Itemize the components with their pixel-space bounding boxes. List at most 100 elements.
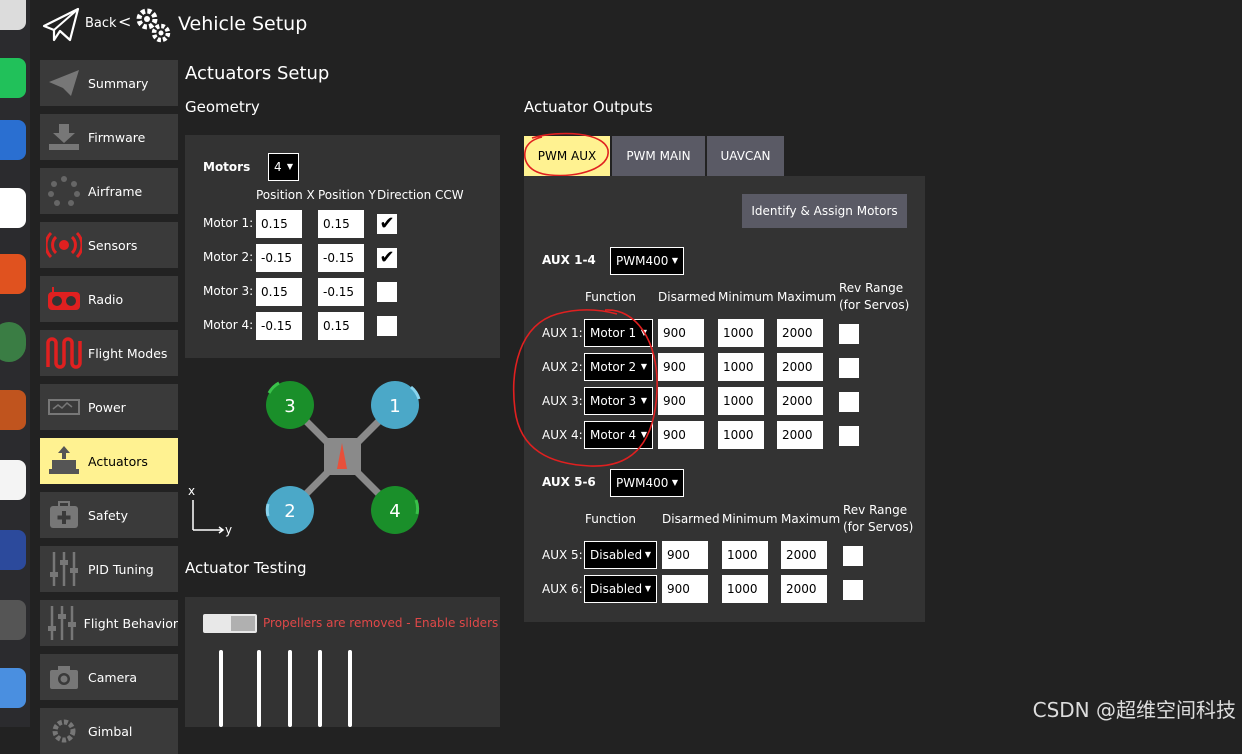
tab-pwm-main[interactable]: PWM MAIN bbox=[612, 136, 705, 176]
column-header: Maximum bbox=[781, 512, 841, 526]
position-x-field[interactable]: -0.15 bbox=[256, 312, 302, 340]
disarmed-field[interactable]: 900 bbox=[662, 541, 708, 569]
app-icon[interactable] bbox=[0, 58, 26, 98]
rev-range-checkbox[interactable] bbox=[839, 426, 859, 446]
maximum-field[interactable]: 2000 bbox=[777, 319, 823, 347]
app-icon[interactable] bbox=[0, 530, 26, 570]
motor-slider[interactable] bbox=[219, 650, 223, 727]
app-icon[interactable] bbox=[0, 600, 26, 640]
maximum-field[interactable]: 2000 bbox=[777, 353, 823, 381]
sidebar-item-power[interactable]: Power bbox=[40, 384, 178, 430]
minimum-field[interactable]: 1000 bbox=[722, 541, 768, 569]
tab-uavcan[interactable]: UAVCAN bbox=[707, 136, 784, 176]
rotor-label: 3 bbox=[284, 396, 295, 417]
rotor-4: 4 bbox=[371, 486, 420, 534]
position-x-field[interactable]: 0.15 bbox=[256, 210, 302, 238]
disarmed-field[interactable]: 900 bbox=[662, 575, 708, 603]
sidebar-item-firmware[interactable]: Firmware bbox=[40, 114, 178, 160]
back-button[interactable]: Back bbox=[85, 16, 117, 31]
sliders-icon bbox=[40, 600, 84, 646]
wave-icon bbox=[40, 330, 88, 376]
app-icon[interactable] bbox=[0, 254, 26, 294]
maximum-field[interactable]: 2000 bbox=[777, 421, 823, 449]
plane-icon bbox=[40, 60, 88, 106]
sidebar-item-radio[interactable]: Radio bbox=[40, 276, 178, 322]
maximum-field[interactable]: 2000 bbox=[781, 541, 827, 569]
minimum-field[interactable]: 1000 bbox=[718, 421, 764, 449]
minimum-field[interactable]: 1000 bbox=[718, 319, 764, 347]
app-icon[interactable] bbox=[0, 668, 26, 708]
sidebar-item-label: Sensors bbox=[88, 237, 138, 253]
sidebar-item-summary[interactable]: Summary bbox=[40, 60, 178, 106]
rev-range-checkbox[interactable] bbox=[839, 392, 859, 412]
sidebar-item-flight-modes[interactable]: Flight Modes bbox=[40, 330, 178, 376]
maximum-field[interactable]: 2000 bbox=[781, 575, 827, 603]
sidebar-item-safety[interactable]: Safety bbox=[40, 492, 178, 538]
pwm-rate-select[interactable]: PWM400 ▼ bbox=[610, 247, 684, 275]
position-x-field[interactable]: -0.15 bbox=[256, 244, 302, 272]
function-select[interactable]: Disabled ▼ bbox=[584, 575, 657, 603]
rev-range-checkbox[interactable] bbox=[839, 324, 859, 344]
enable-sliders-switch[interactable] bbox=[203, 614, 257, 633]
app-icon[interactable] bbox=[0, 120, 26, 160]
sidebar-item-camera[interactable]: Camera bbox=[40, 654, 178, 700]
position-y-field[interactable]: -0.15 bbox=[318, 278, 364, 306]
sidebar-item-label: Gimbal bbox=[88, 723, 133, 739]
position-x-field[interactable]: 0.15 bbox=[256, 278, 302, 306]
select-value: 4 bbox=[274, 160, 282, 174]
minimum-field[interactable]: 1000 bbox=[718, 353, 764, 381]
column-header: (for Servos) bbox=[839, 298, 910, 312]
rev-range-checkbox[interactable] bbox=[839, 358, 859, 378]
rev-range-checkbox[interactable] bbox=[843, 580, 863, 600]
pwm-rate-select[interactable]: PWM400 ▼ bbox=[610, 469, 684, 497]
motor-slider[interactable] bbox=[318, 650, 322, 727]
sidebar-item-actuators[interactable]: Actuators bbox=[40, 438, 178, 484]
app-icon[interactable] bbox=[0, 188, 26, 228]
motor-slider[interactable] bbox=[257, 650, 261, 727]
select-value: PWM400 bbox=[616, 476, 669, 490]
maximum-field[interactable]: 2000 bbox=[777, 387, 823, 415]
column-header: Rev Range bbox=[843, 503, 908, 517]
gears-icon bbox=[136, 8, 171, 43]
column-header: (for Servos) bbox=[843, 520, 914, 534]
column-header: Position X bbox=[256, 188, 315, 202]
sidebar-item-label: Radio bbox=[88, 291, 124, 307]
app-icon[interactable] bbox=[0, 460, 26, 500]
sidebar-item-gimbal[interactable]: Gimbal bbox=[40, 708, 178, 754]
section-title: Actuators Setup bbox=[185, 63, 330, 84]
sidebar-item-label: Camera bbox=[88, 669, 138, 685]
app-icon[interactable] bbox=[0, 322, 26, 362]
macos-dock bbox=[0, 0, 30, 727]
motor-slider[interactable] bbox=[348, 650, 352, 727]
gimbal-icon bbox=[40, 708, 88, 754]
direction-ccw-checkbox[interactable] bbox=[377, 316, 397, 336]
position-y-field[interactable]: 0.15 bbox=[318, 312, 364, 340]
motor-slider[interactable] bbox=[288, 650, 292, 727]
rotor-2: 2 bbox=[265, 486, 314, 534]
sidebar-item-airframe[interactable]: Airframe bbox=[40, 168, 178, 214]
identify-assign-motors-button[interactable]: Identify & Assign Motors bbox=[742, 194, 907, 228]
sidebar-item-flight-behavior[interactable]: Flight Behavior bbox=[40, 600, 178, 646]
app-header: Back < Vehicle Setup bbox=[30, 0, 1242, 52]
position-y-field[interactable]: 0.15 bbox=[318, 210, 364, 238]
app-icon[interactable] bbox=[0, 0, 26, 30]
minimum-field[interactable]: 1000 bbox=[718, 387, 764, 415]
battery-icon bbox=[40, 384, 88, 430]
sliders-icon bbox=[40, 546, 88, 592]
aux-row-label: AUX 5: bbox=[542, 548, 583, 562]
direction-ccw-checkbox[interactable] bbox=[377, 282, 397, 302]
caret-down-icon: ▼ bbox=[286, 162, 293, 171]
sidebar-item-sensors[interactable]: Sensors bbox=[40, 222, 178, 268]
column-header: Rev Range bbox=[839, 281, 904, 295]
sidebar-item-pid-tuning[interactable]: PID Tuning bbox=[40, 546, 178, 592]
motors-count-select[interactable]: 4 ▼ bbox=[268, 153, 299, 181]
app-icon[interactable] bbox=[0, 390, 26, 430]
position-y-field[interactable]: -0.15 bbox=[318, 244, 364, 272]
caret-down-icon: ▼ bbox=[644, 550, 651, 559]
rev-range-checkbox[interactable] bbox=[843, 546, 863, 566]
minimum-field[interactable]: 1000 bbox=[722, 575, 768, 603]
direction-ccw-checkbox[interactable]: ✔ bbox=[377, 214, 397, 234]
direction-ccw-checkbox[interactable]: ✔ bbox=[377, 248, 397, 268]
paper-plane-icon[interactable] bbox=[42, 6, 82, 44]
function-select[interactable]: Disabled ▼ bbox=[584, 541, 657, 569]
